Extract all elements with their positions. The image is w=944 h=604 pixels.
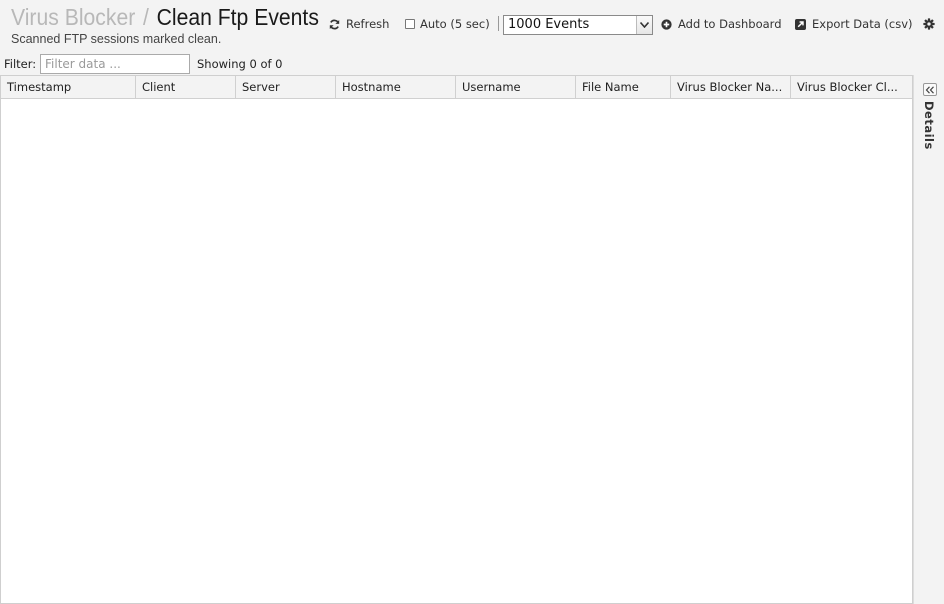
add-to-dashboard-label: Add to Dashboard — [678, 17, 782, 31]
column-header-file-name[interactable]: File Name — [576, 76, 671, 98]
gear-icon — [923, 18, 935, 30]
double-chevron-left-icon[interactable] — [923, 83, 937, 96]
filter-label: Filter: — [4, 57, 37, 71]
settings-button[interactable] — [923, 15, 935, 33]
column-header-virus-blocker-clean[interactable]: Virus Blocker Cl... — [791, 76, 912, 98]
external-link-icon — [795, 18, 806, 30]
column-header-client[interactable]: Client — [136, 76, 236, 98]
filter-input[interactable] — [40, 54, 190, 74]
add-to-dashboard-button[interactable]: Add to Dashboard — [661, 15, 782, 33]
export-data-label: Export Data (csv) — [812, 17, 913, 31]
refresh-button[interactable]: Refresh — [329, 15, 389, 33]
details-label[interactable]: Details — [922, 101, 936, 150]
page-subtitle: Scanned FTP sessions marked clean. — [11, 32, 222, 46]
filter-bar: Filter: Showing 0 of 0 — [0, 52, 944, 75]
checkbox-box[interactable] — [405, 19, 415, 29]
page-header: Virus Blocker / Clean Ftp Events Scanned… — [0, 0, 944, 52]
column-header-server[interactable]: Server — [236, 76, 336, 98]
breadcrumb-separator: / — [142, 4, 149, 30]
column-header-username[interactable]: Username — [456, 76, 576, 98]
events-limit-value: 1000 Events — [508, 17, 590, 32]
refresh-label: Refresh — [346, 17, 390, 31]
toolbar-divider — [498, 16, 499, 31]
auto-refresh-checkbox[interactable]: Auto (5 sec) — [405, 15, 490, 33]
row-count-status: Showing 0 of 0 — [197, 57, 283, 71]
export-data-button[interactable]: Export Data (csv) — [795, 15, 913, 33]
chevron-down-icon[interactable] — [636, 16, 652, 34]
plus-circle-icon — [661, 18, 672, 30]
column-header-hostname[interactable]: Hostname — [336, 76, 456, 98]
column-header-timestamp[interactable]: Timestamp — [1, 76, 136, 98]
events-grid: Timestamp Client Server Hostname Usernam… — [0, 75, 913, 604]
refresh-icon — [329, 19, 340, 30]
details-panel[interactable]: Details — [913, 75, 944, 604]
events-limit-select[interactable]: 1000 Events — [503, 15, 653, 35]
auto-refresh-label: Auto (5 sec) — [420, 17, 490, 31]
grid-header: Timestamp Client Server Hostname Usernam… — [1, 76, 912, 99]
breadcrumb-parent[interactable]: Virus Blocker — [11, 4, 135, 30]
page-title: Virus Blocker / Clean Ftp Events — [11, 3, 319, 31]
column-header-virus-blocker-name[interactable]: Virus Blocker Na... — [671, 76, 791, 98]
breadcrumb-current: Clean Ftp Events — [156, 4, 319, 30]
